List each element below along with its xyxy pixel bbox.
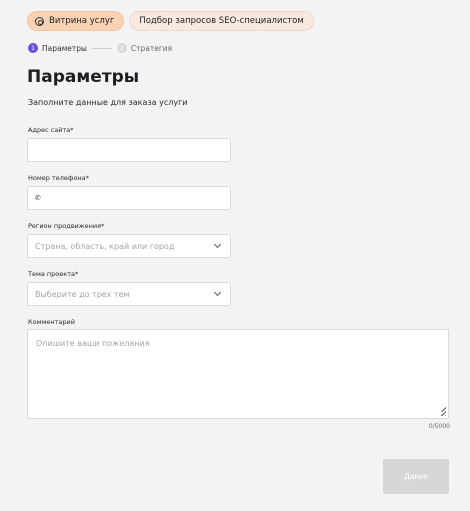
step-2-label[interactable]: Стратегия xyxy=(131,44,172,53)
phone-icon: ✆ xyxy=(35,194,41,202)
comment-char-counter: 0/5000 xyxy=(428,423,450,430)
comment-placeholder: Опишите ваши пожелания xyxy=(36,339,150,348)
services-icon xyxy=(35,16,44,26)
tab-seo-label: Подбор запросов SEO-специалистом xyxy=(139,16,304,26)
service-tabs: Витрина услуг Подбор запросов SEO-специа… xyxy=(27,11,314,31)
region-placeholder: Страна, область, край или город xyxy=(35,241,175,251)
chevron-down-icon xyxy=(213,288,222,297)
site-label: Адрес сайта* xyxy=(28,126,74,134)
region-label: Регион продвижения* xyxy=(28,222,105,230)
resize-handle-icon[interactable] xyxy=(434,404,446,416)
topic-select[interactable]: Выберите до трех тем xyxy=(27,282,231,306)
step-1-number: 1 xyxy=(28,43,38,53)
comment-textarea[interactable]: Опишите ваши пожелания xyxy=(27,329,449,419)
step-2-number: 2 xyxy=(116,43,127,53)
site-input[interactable] xyxy=(27,138,231,162)
region-select[interactable]: Страна, область, край или город xyxy=(27,234,231,258)
phone-input[interactable]: ✆ xyxy=(27,186,231,210)
tab-services-label: Витрина услуг xyxy=(49,16,115,26)
stepper: 1 Параметры 2 Стратегия xyxy=(28,43,172,53)
tab-services-showcase[interactable]: Витрина услуг xyxy=(27,11,125,31)
tab-seo-queries[interactable]: Подбор запросов SEO-специалистом xyxy=(129,11,314,31)
topic-placeholder: Выберите до трех тем xyxy=(35,289,130,299)
page-title: Параметры xyxy=(27,67,140,87)
next-button[interactable]: Далее xyxy=(383,459,449,494)
topic-label: Тема проекта* xyxy=(28,270,79,278)
comment-label: Комментарий xyxy=(28,318,75,326)
step-connector xyxy=(91,47,112,49)
phone-label: Номер телефона* xyxy=(28,174,89,182)
page-subtitle: Заполните данные для заказа услуги xyxy=(28,98,188,107)
step-1-label[interactable]: Параметры xyxy=(42,44,87,53)
chevron-down-icon xyxy=(213,240,222,249)
